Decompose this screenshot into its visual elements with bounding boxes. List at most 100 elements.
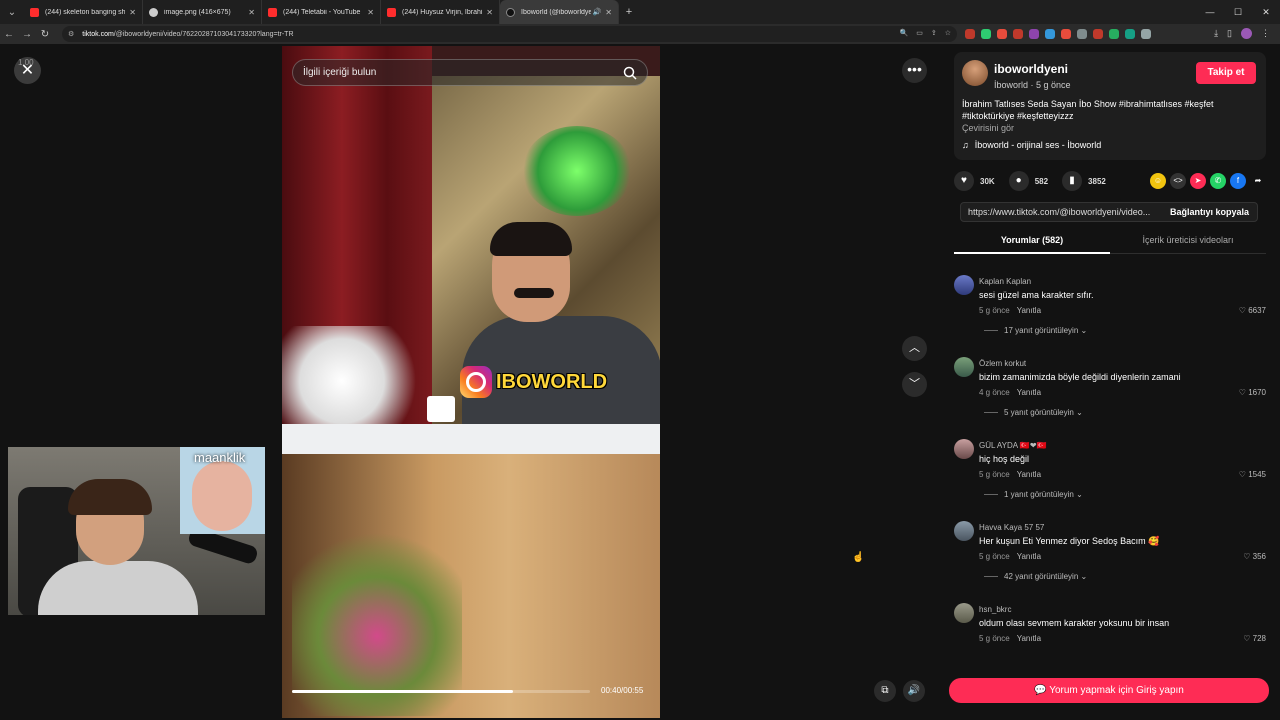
reply-button[interactable]: Yanıtla [1017,388,1041,397]
extension-icon[interactable] [981,29,991,39]
comment-user[interactable]: Kaplan Kaplan [979,277,1031,286]
commenter-avatar[interactable] [954,439,974,459]
comment-like[interactable]: ♡ 6637 [1239,306,1266,315]
extension-icon[interactable] [1109,29,1119,39]
comment-user[interactable]: GÜL AYDA 🇹🇷❤🇹🇷 [979,441,1047,450]
extension-icon[interactable] [965,29,975,39]
copy-link-button[interactable]: Bağlantıyı kopyala [1170,203,1249,221]
comment-like[interactable]: ♡ 1670 [1239,388,1266,397]
embed-icon[interactable]: <> [1170,173,1186,189]
extension-icon[interactable] [1061,29,1071,39]
close-tab-icon[interactable]: ✕ [129,8,136,17]
window-close-icon[interactable]: ✕ [1252,0,1280,24]
extension-icon[interactable] [1125,29,1135,39]
close-tab-icon[interactable]: ✕ [605,8,612,17]
share-page-icon[interactable]: ⇪ [931,29,937,37]
forward-icon[interactable]: → [18,29,36,40]
new-tab-button[interactable]: + [619,6,639,18]
extension-icon[interactable] [1029,29,1039,39]
tab-2[interactable]: (244) Teletabii - YouTube ✕ [262,0,381,24]
share-arrow-icon[interactable]: ➦ [1250,173,1266,189]
extension-icon[interactable] [1013,29,1023,39]
facebook-icon[interactable]: f [1230,173,1246,189]
author-avatar[interactable] [962,60,988,86]
previous-video-icon[interactable]: ︿ [902,336,927,361]
comment-like[interactable]: ♡ 1545 [1239,470,1266,479]
puzzle-icon[interactable] [1141,29,1151,39]
comment-text: hiç hoş değil [979,454,1030,464]
commenter-avatar[interactable] [954,603,974,623]
comment-user[interactable]: Havva Kaya 57 57 [979,523,1044,532]
site-info-icon[interactable]: ⚙ [68,30,74,38]
view-replies-label: 1 yanıt görüntüleyin [1004,490,1074,499]
video-host-figure [432,222,660,456]
tab-4-active[interactable]: İboworld (@iboworldyeni) 🔊 ✕ [500,0,619,24]
reload-icon[interactable]: ↻ [36,29,54,40]
tab-1[interactable]: image.png (416×675) ✕ [143,0,262,24]
save-button[interactable]: ▮ 3852 [1062,171,1106,191]
minimize-icon[interactable]: — [1196,0,1224,24]
tab-0[interactable]: (244) skeleton banging shield ✕ [24,0,143,24]
view-replies-button[interactable]: 42 yanıt görüntüleyin ⌄ [984,572,1087,581]
comment-like[interactable]: ♡ 728 [1243,634,1266,643]
whatsapp-icon[interactable]: ✆ [1210,173,1226,189]
comment-button[interactable]: ● 582 [1008,171,1048,191]
profile-avatar[interactable] [1241,28,1252,39]
share-link-field[interactable]: https://www.tiktok.com/@iboworldyeni/vid… [960,202,1258,222]
extension-icon[interactable] [1093,29,1103,39]
comment-user[interactable]: Özlem korkut [979,359,1026,368]
speaker-icon[interactable]: 🔊 [593,8,602,16]
author-username[interactable]: iboworldyeni [994,62,1068,76]
commenter-avatar[interactable] [954,521,974,541]
close-tab-icon[interactable]: ✕ [248,8,255,17]
follow-button[interactable]: Takip et [1196,62,1256,84]
reply-button[interactable]: Yanıtla [1017,552,1041,561]
reply-button[interactable]: Yanıtla [1017,634,1041,643]
commenter-avatar[interactable] [954,275,974,295]
tab-creator-videos[interactable]: İçerik üreticisi videoları [1110,230,1266,254]
send-icon[interactable]: ➤ [1190,173,1206,189]
comment-like-count: 356 [1252,552,1266,561]
maximize-icon[interactable]: ☐ [1224,0,1252,24]
sidebar-icon[interactable]: ▯ [1227,28,1232,39]
tab-3[interactable]: (244) Huysuz Virjin, İbrahim Tat ✕ [381,0,500,24]
login-to-comment-label: Yorum yapmak için Giriş yapın [1049,685,1184,696]
download-icon[interactable]: ⤓ [1214,28,1218,39]
view-replies-button[interactable]: 1 yanıt görüntüleyin ⌄ [984,490,1083,499]
picture-in-picture-icon[interactable]: ⧉ [874,680,896,702]
comment-like[interactable]: ♡ 356 [1243,552,1266,561]
close-tab-icon[interactable]: ✕ [367,8,374,17]
tab-search-icon[interactable]: ⌄ [0,7,24,18]
cast-icon[interactable]: ▭ [916,29,923,37]
search-icon[interactable] [623,66,637,80]
view-replies-button[interactable]: 17 yanıt görüntüleyin ⌄ [984,326,1087,335]
close-tab-icon[interactable]: ✕ [486,8,493,17]
extension-icon[interactable] [1045,29,1055,39]
related-search-input[interactable]: İlgili içeriği bulun [292,59,648,86]
tab-title: (244) Teletabii - YouTube [283,8,361,16]
video-progress-bar[interactable] [292,690,590,693]
login-to-comment-button[interactable]: 💬 Yorum yapmak için Giriş yapın [949,678,1269,703]
translate-link[interactable]: Çevirisini gör [962,123,1014,133]
music-link[interactable]: ♫ İboworld - orijinal ses - İboworld [962,140,1101,150]
back-icon[interactable]: ← [0,29,18,40]
next-video-icon[interactable]: ﹀ [902,372,927,397]
tab-comments[interactable]: Yorumlar (582) [954,230,1110,254]
comment-user[interactable]: hsn_bkrc [979,605,1011,614]
view-replies-button[interactable]: 5 yanıt görüntüleyin ⌄ [984,408,1083,417]
share-buttons: ☺ <> ➤ ✆ f ➦ [1150,173,1266,189]
reply-button[interactable]: Yanıtla [1017,306,1041,315]
extension-icon[interactable] [1077,29,1087,39]
volume-icon[interactable]: 🔊 [903,680,925,702]
bookmark-star-icon[interactable]: ☆ [945,29,951,37]
friends-share-icon[interactable]: ☺ [1150,173,1166,189]
commenter-avatar[interactable] [954,357,974,377]
more-options-icon[interactable]: ••• [902,58,927,83]
reply-button[interactable]: Yanıtla [1017,470,1041,479]
kebab-menu-icon[interactable]: ⋮ [1261,28,1270,39]
extension-icon[interactable] [997,29,1007,39]
url-bar[interactable]: ⚙ tiktok.com/@iboworldyeni/video/7622028… [62,26,957,42]
video-player[interactable]: IBOWORLD [282,46,660,718]
like-button[interactable]: ♥ 30K [954,171,995,191]
zoom-icon[interactable]: 🔍 [900,29,909,37]
